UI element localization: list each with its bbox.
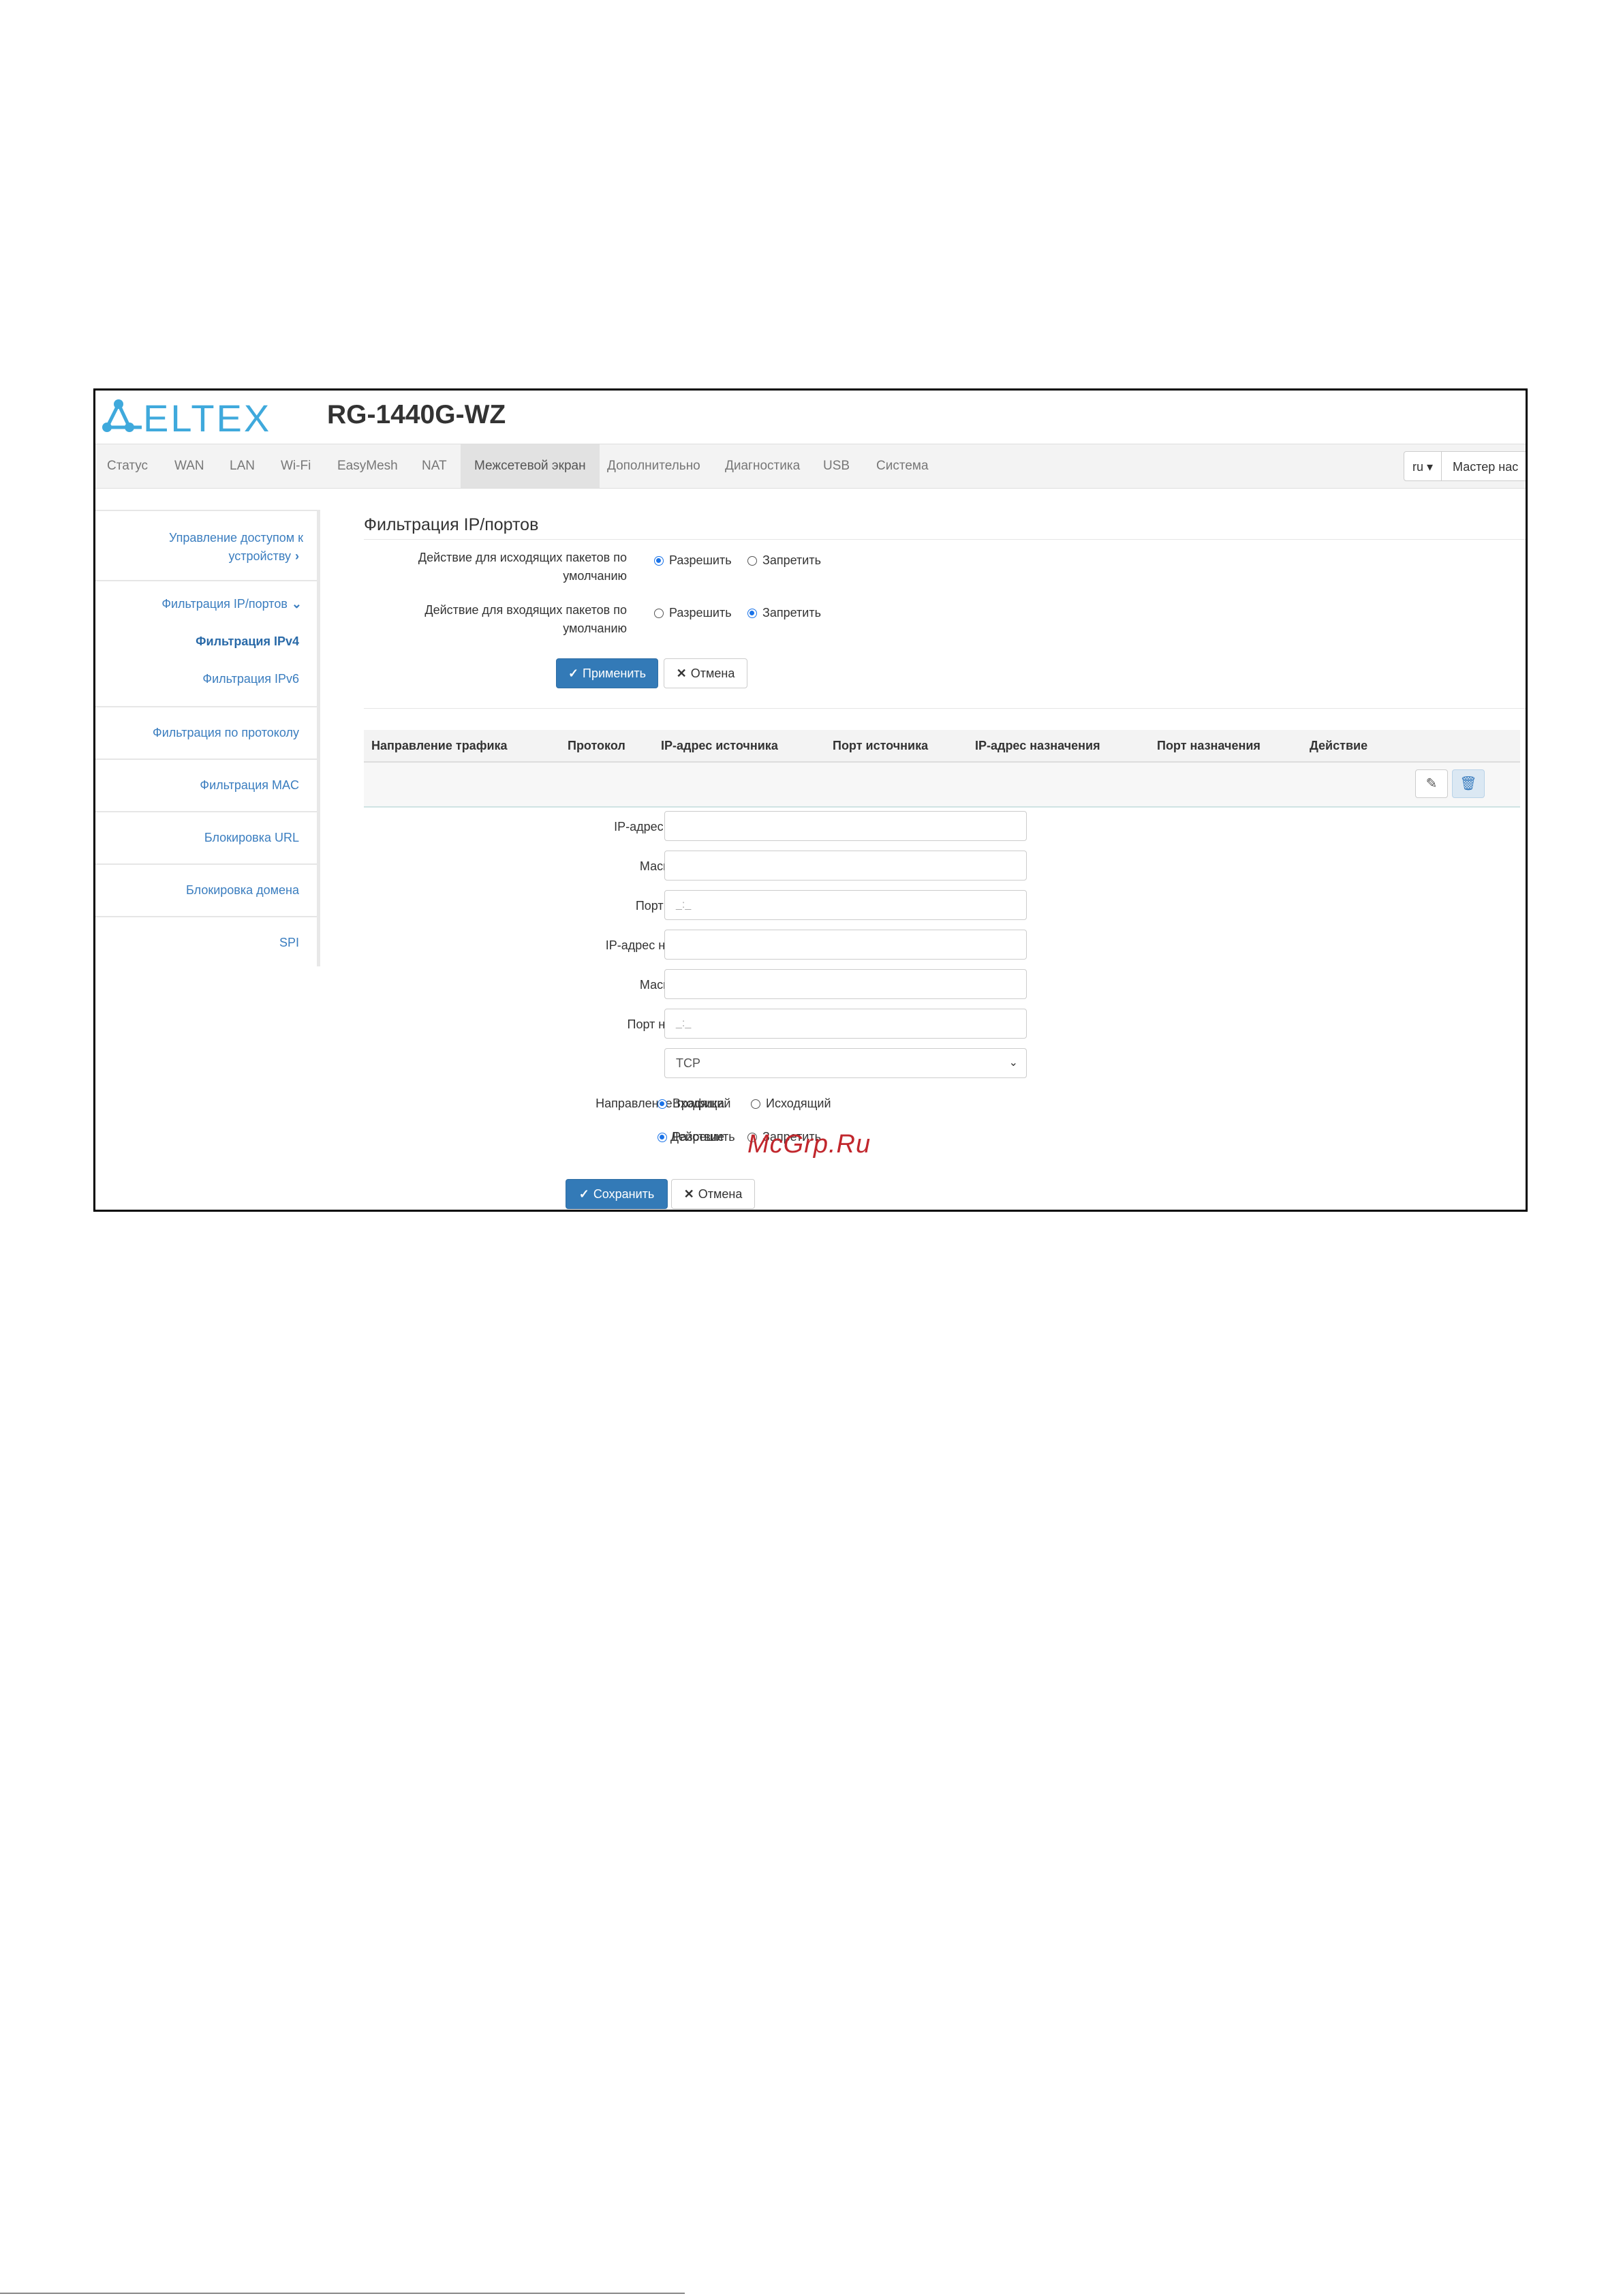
radio-empty-icon [747, 556, 757, 566]
sidebar-item-url[interactable]: Блокировка URL [95, 811, 317, 865]
radio-selected-icon [658, 1099, 667, 1109]
setup-wizard-button[interactable]: Мастер нас [1441, 451, 1526, 481]
screenshot-frame: ELTEX RG-1440G-WZ Статус WAN LAN Wi-Fi E… [93, 388, 1528, 1212]
sidebar-item-label: устройству [228, 549, 291, 563]
dst-port-input[interactable]: _:_ [664, 1009, 1027, 1039]
col-src-ip: IP-адрес источника [661, 739, 778, 752]
col-direction: Направление трафика [371, 739, 508, 752]
nav-nat[interactable]: NAT [422, 444, 447, 488]
logo-text: ELTEX [143, 397, 271, 437]
chevron-down-icon: ⌄ [291, 597, 302, 611]
protocol-select-value: TCP [676, 1056, 700, 1070]
dst-mask-input[interactable] [664, 969, 1027, 999]
sidebar-item-ipv6[interactable]: Фильтрация IPv6 [202, 670, 299, 688]
top-nav: Статус WAN LAN Wi-Fi EasyMesh NAT Межсет… [95, 444, 1526, 489]
sidebar-item-label: Фильтрация IP/портов [161, 597, 288, 611]
cancel-edit-button[interactable]: ✕ Отмена [671, 1179, 755, 1209]
col-action: Действие [1310, 739, 1368, 752]
language-dropdown[interactable]: ru ▾ [1404, 451, 1442, 481]
nav-usb[interactable]: USB [823, 444, 850, 488]
sidebar-item-label: Фильтрация по протоколу [153, 726, 299, 739]
sidebar-item-label: Блокировка домена [186, 883, 299, 897]
eltex-logo: ELTEX [102, 397, 271, 437]
chevron-down-icon: ⌄ [1008, 1057, 1018, 1069]
divider [364, 539, 1526, 540]
nav-wifi[interactable]: Wi-Fi [281, 444, 311, 488]
sidebar-item-domain[interactable]: Блокировка домена [95, 863, 317, 917]
sidebar-item-protocol[interactable]: Фильтрация по протоколу [95, 706, 317, 760]
page-title: Фильтрация IP/портов [364, 515, 539, 534]
sidebar-item-label: Управление доступом к [168, 531, 303, 545]
sidebar-group-ip-port: Фильтрация IP/портов ⌄ Фильтрация IPv4 Фи… [95, 580, 317, 707]
nav-status[interactable]: Статус [107, 444, 148, 488]
nav-system[interactable]: Система [876, 444, 929, 488]
footer-rule [0, 2293, 685, 2294]
header: ELTEX RG-1440G-WZ [95, 391, 1526, 444]
sidebar: Управление доступом к устройству › Фильтр… [95, 510, 320, 966]
watermark: McGrp.Ru [747, 1130, 871, 1159]
device-model: RG-1440G-WZ [327, 400, 506, 429]
table-row[interactable]: ✎ 🗑 [364, 763, 1520, 808]
col-dst-port: Порт назначения [1157, 739, 1261, 752]
edit-icon[interactable]: ✎ [1415, 769, 1448, 798]
sidebar-item-ipv4[interactable]: Фильтрация IPv4 [196, 632, 299, 651]
sidebar-item-label: SPI [279, 936, 299, 949]
sidebar-item-spi[interactable]: SPI [95, 916, 317, 968]
incoming-allow-radio[interactable]: Разрешить [654, 605, 732, 620]
dst-ip-input[interactable] [664, 930, 1027, 960]
save-button[interactable]: ✓ Сохранить [566, 1179, 668, 1209]
sidebar-item-access-control[interactable]: Управление доступом к устройству › [95, 510, 317, 581]
trash-icon[interactable]: 🗑 [1452, 769, 1485, 798]
radio-selected-icon [747, 609, 757, 618]
nav-advanced[interactable]: Дополнительно [607, 444, 700, 488]
rules-table-header: Направление трафика Протокол IP-адрес ис… [364, 730, 1520, 763]
divider [364, 708, 1526, 709]
col-src-port: Порт источника [833, 739, 929, 752]
nav-wan[interactable]: WAN [174, 444, 204, 488]
radio-selected-icon [654, 556, 664, 566]
nav-lan[interactable]: LAN [230, 444, 255, 488]
col-dst-ip: IP-адрес назначения [975, 739, 1100, 752]
close-icon: ✕ [683, 1187, 694, 1201]
incoming-deny-radio[interactable]: Запретить [747, 605, 821, 620]
close-icon: ✕ [676, 667, 687, 680]
apply-button[interactable]: ✓ Применить [556, 658, 658, 688]
check-icon: ✓ [578, 1187, 589, 1201]
col-protocol: Протокол [568, 739, 625, 752]
protocol-select[interactable]: TCP ⌄ [664, 1048, 1027, 1078]
incoming-default-label: Действие для входящих пакетов по умолчани… [424, 603, 627, 635]
cancel-button[interactable]: ✕ Отмена [664, 658, 747, 688]
check-icon: ✓ [568, 667, 579, 680]
nav-easymesh[interactable]: EasyMesh [337, 444, 398, 488]
action-allow-radio[interactable]: Разрешить [658, 1129, 735, 1144]
src-ip-input[interactable] [664, 811, 1027, 841]
sidebar-item-label: Фильтрация MAC [200, 778, 299, 792]
direction-out-radio[interactable]: Исходящий [751, 1096, 831, 1111]
sidebar-item-ip-port[interactable]: Фильтрация IP/портов ⌄ [161, 595, 302, 613]
radio-empty-icon [751, 1099, 760, 1109]
direction-in-radio[interactable]: Входящий [658, 1096, 730, 1111]
nav-firewall[interactable]: Межсетевой экран [461, 444, 600, 488]
chevron-right-icon: › [295, 549, 299, 563]
src-mask-input[interactable] [664, 851, 1027, 881]
outgoing-deny-radio[interactable]: Запретить [747, 553, 821, 568]
radio-empty-icon [654, 609, 664, 618]
radio-selected-icon [658, 1133, 667, 1142]
outgoing-allow-radio[interactable]: Разрешить [654, 553, 732, 568]
src-port-input[interactable]: _:_ [664, 890, 1027, 920]
nav-diagnostics[interactable]: Диагностика [725, 444, 800, 488]
sidebar-item-label: Блокировка URL [204, 831, 299, 844]
sidebar-item-mac[interactable]: Фильтрация MAC [95, 759, 317, 812]
outgoing-default-label: Действие для исходящих пакетов по умолчан… [418, 551, 627, 583]
